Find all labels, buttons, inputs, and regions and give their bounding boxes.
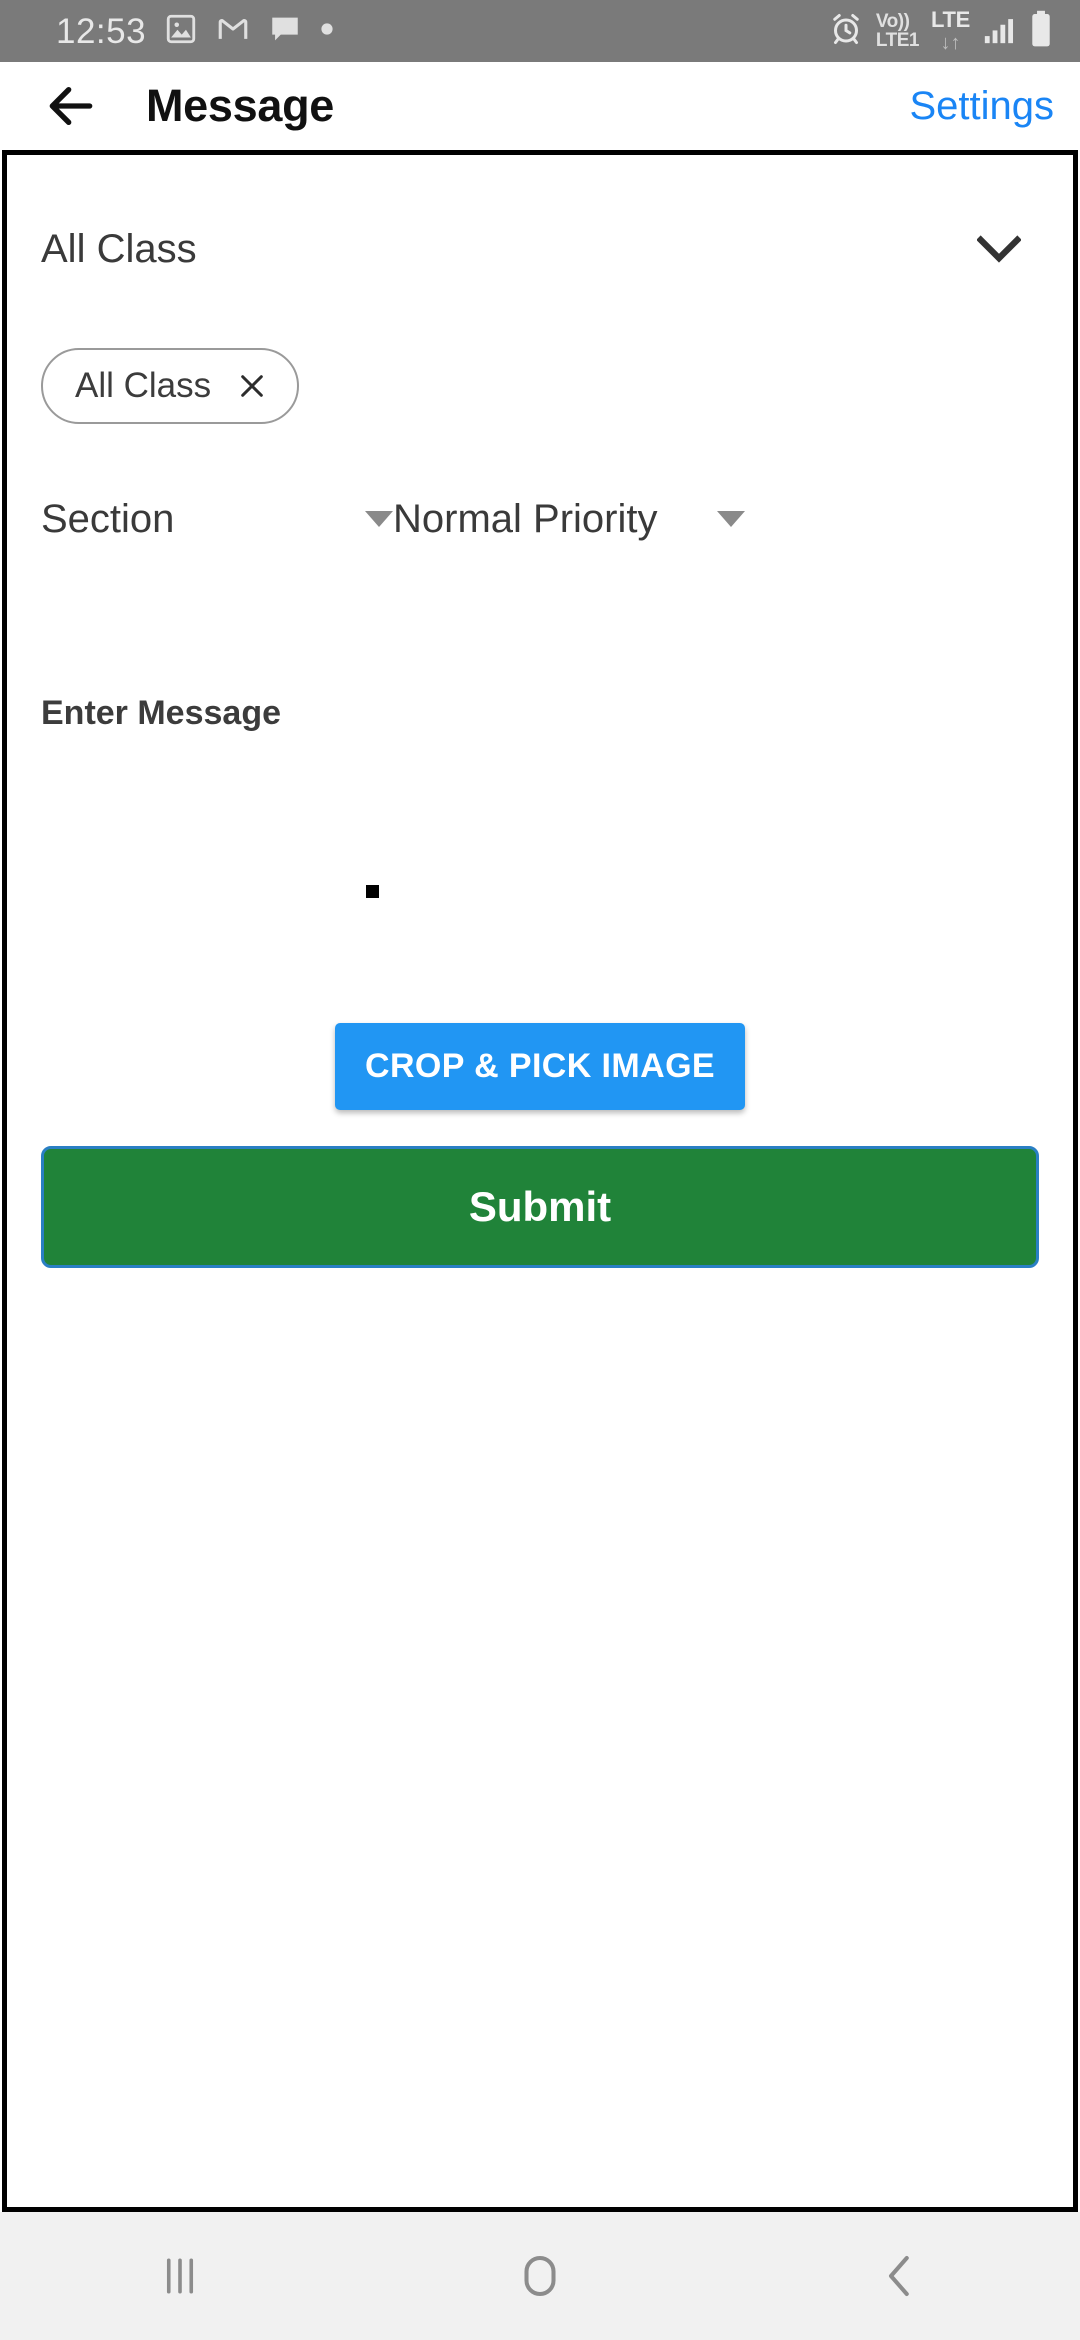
gmail-icon xyxy=(216,12,250,51)
chip-all-class[interactable]: All Class xyxy=(41,348,300,424)
gallery-icon xyxy=(164,12,198,51)
status-bar-left: 12:53 xyxy=(56,12,334,51)
home-button[interactable] xyxy=(450,2226,630,2326)
selected-class-chips: All Class xyxy=(41,348,1039,424)
app-bar: Message Settings xyxy=(0,62,1080,150)
caret-down-icon xyxy=(717,511,745,527)
caret-down-icon xyxy=(365,511,393,527)
lte-icon: LTE ↓↑ xyxy=(930,7,970,54)
close-icon[interactable] xyxy=(235,369,269,403)
alarm-icon xyxy=(828,11,864,52)
home-icon xyxy=(524,2255,556,2297)
recents-button[interactable] xyxy=(90,2226,270,2326)
text-cursor-icon xyxy=(366,885,379,898)
crop-button-row: CROP & PICK IMAGE xyxy=(41,1023,1039,1110)
priority-spinner-value: Normal Priority xyxy=(393,496,658,541)
volte-top-label: Vo)) xyxy=(875,11,910,32)
volte-icon: Vo)) LTE1 xyxy=(875,11,920,51)
nav-back-button[interactable] xyxy=(810,2226,990,2326)
crop-and-pick-image-button[interactable]: CROP & PICK IMAGE xyxy=(335,1023,745,1110)
dot-icon xyxy=(320,22,334,41)
data-arrows-icon: ↓↑ xyxy=(940,32,961,54)
phone-screen: 12:53 Vo)) LTE1 LTE ↓↑ Message Settings … xyxy=(0,0,1080,2340)
recents-icon xyxy=(166,2258,194,2294)
spinner-row: Section Normal Priority xyxy=(41,484,1039,554)
message-input[interactable] xyxy=(41,733,1039,1023)
volte-bottom-label: LTE1 xyxy=(875,30,920,51)
content-card: All Class All Class Section Normal Prior… xyxy=(2,150,1078,2212)
class-dropdown-value: All Class xyxy=(41,226,197,271)
section-spinner-value: Section xyxy=(41,496,175,541)
back-arrow-icon xyxy=(49,86,93,126)
class-dropdown[interactable]: All Class xyxy=(41,213,1039,285)
message-bubble-icon xyxy=(268,12,302,51)
page-title: Message xyxy=(146,80,335,131)
chevron-down-icon[interactable] xyxy=(977,234,1039,264)
submit-button[interactable]: Submit xyxy=(41,1146,1039,1268)
message-field-label: Enter Message xyxy=(41,694,281,732)
status-time: 12:53 xyxy=(56,11,147,51)
signal-bars-icon xyxy=(982,12,1016,51)
status-bar-right: Vo)) LTE1 LTE ↓↑ xyxy=(828,9,1054,53)
status-bar: 12:53 Vo)) LTE1 LTE ↓↑ xyxy=(0,0,1080,62)
back-button[interactable] xyxy=(40,75,102,137)
section-spinner[interactable]: Section xyxy=(41,484,393,554)
lte-label: LTE xyxy=(930,7,970,32)
form-container: All Class All Class Section Normal Prior… xyxy=(7,213,1073,2207)
system-nav-bar xyxy=(0,2212,1080,2340)
submit-button-row: Submit xyxy=(41,1146,1039,1268)
chip-label: All Class xyxy=(75,366,212,405)
battery-icon xyxy=(1028,10,1054,53)
priority-spinner[interactable]: Normal Priority xyxy=(393,484,745,554)
back-icon xyxy=(888,2255,909,2297)
settings-button[interactable]: Settings xyxy=(909,84,1054,129)
